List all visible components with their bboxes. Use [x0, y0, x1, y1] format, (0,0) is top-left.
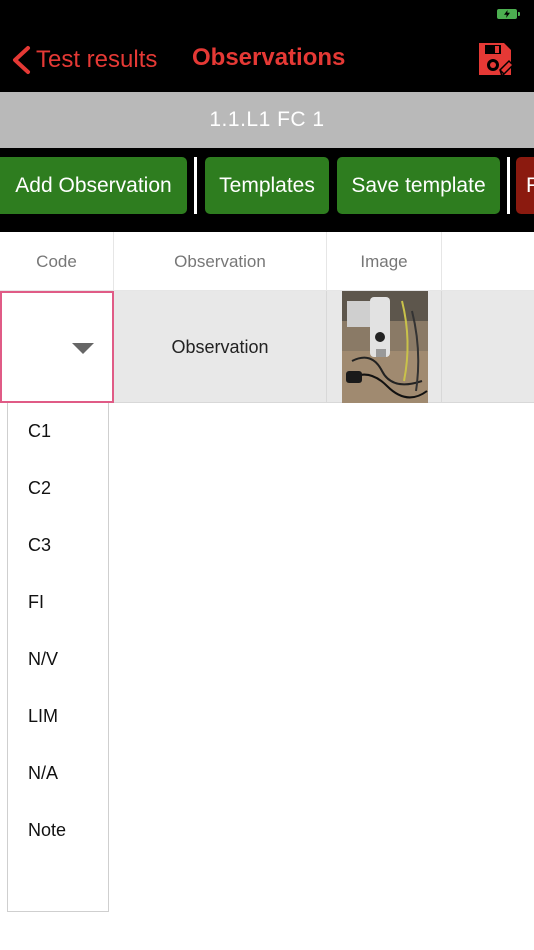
templates-button[interactable]: Templates — [205, 157, 329, 214]
dropdown-option-fi[interactable]: FI — [8, 574, 108, 631]
dropdown-option-c3[interactable]: C3 — [8, 517, 108, 574]
caret-down-icon — [72, 343, 94, 354]
page-title: Observations — [192, 44, 346, 71]
dropdown-option-lim[interactable]: LIM — [8, 688, 108, 745]
back-button[interactable]: Test results — [10, 42, 157, 78]
column-header-observation: Observation — [114, 232, 327, 291]
partial-red-button[interactable]: F — [516, 157, 534, 214]
photo-thumbnail[interactable] — [342, 291, 428, 403]
dropdown-option-c1[interactable]: C1 — [8, 403, 108, 460]
table-header: Code Observation Image — [0, 232, 534, 291]
action-toolbar: Add Observation Templates Save template … — [0, 148, 534, 232]
add-observation-button[interactable]: Add Observation — [0, 157, 187, 214]
save-template-button[interactable]: Save template — [337, 157, 500, 214]
code-select[interactable] — [0, 291, 114, 403]
back-label: Test results — [36, 46, 158, 73]
dropdown-option-c2[interactable]: C2 — [8, 460, 108, 517]
location-bar: 1.1.L1 FC 1 — [0, 92, 534, 148]
battery-charging-icon — [497, 9, 520, 19]
toolbar-divider — [507, 157, 510, 214]
dropdown-option-na[interactable]: N/A — [8, 745, 108, 802]
table-row: Observation — [0, 291, 534, 403]
dropdown-option-nv[interactable]: N/V — [8, 631, 108, 688]
chevron-left-icon — [13, 46, 30, 74]
dropdown-option-note[interactable]: Note — [8, 802, 108, 859]
observation-cell[interactable]: Observation — [114, 291, 327, 403]
toolbar-divider — [194, 157, 197, 214]
column-header-code: Code — [0, 232, 114, 291]
image-cell — [327, 291, 442, 403]
floppy-disk-edit-icon[interactable] — [476, 40, 514, 78]
code-dropdown-menu: C1 C2 C3 FI N/V LIM N/A Note — [7, 403, 109, 912]
location-label: 1.1.L1 FC 1 — [209, 108, 325, 131]
column-header-image: Image — [327, 232, 442, 291]
observations-screen: Test results Observations 1.1.L1 FC 1 Ad… — [0, 0, 534, 950]
nav-bar: Test results Observations — [0, 0, 534, 92]
